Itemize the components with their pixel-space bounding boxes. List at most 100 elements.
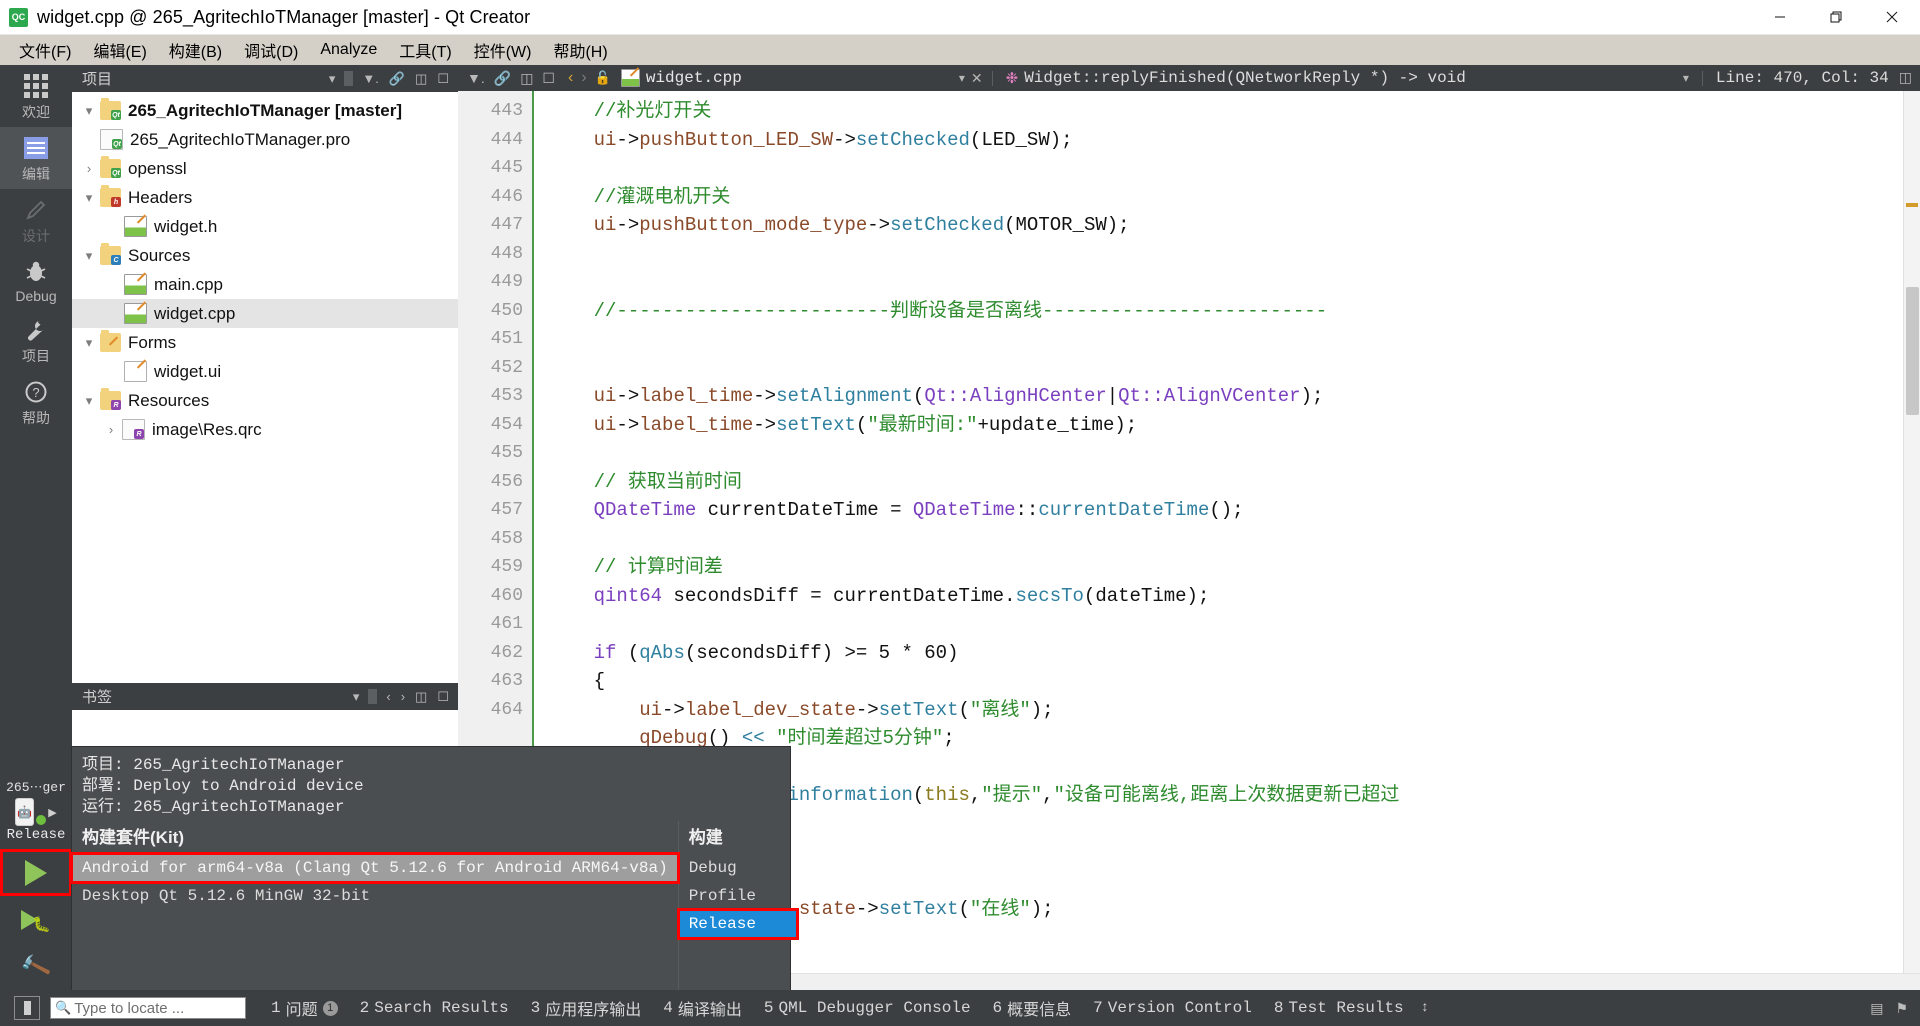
chevron-down-icon[interactable]: ▾	[78, 335, 100, 351]
link-icon[interactable]: 🔗	[491, 70, 514, 87]
chevron-down-icon[interactable]: ▾	[349, 690, 364, 703]
locator-input[interactable]: 🔍 Type to locate ...	[50, 997, 246, 1019]
split-editor-icon[interactable]: ◫	[1899, 70, 1912, 87]
code-token: (secondsDiff) >= 5 * 60)	[685, 642, 959, 664]
run-button[interactable]	[0, 849, 72, 896]
symbol-breadcrumb[interactable]: ❉ Widget::replyFinished(QNetworkReply *)…	[996, 69, 1476, 88]
kit-column: 构建套件(Kit) Android for arm64-v8a (Clang Q…	[72, 821, 678, 1003]
pane-qml-debugger-console[interactable]: 5 QML Debugger Console	[753, 999, 982, 1017]
tree-item-res-qrc[interactable]: › R image\Res.qrc	[72, 415, 458, 444]
split-icon[interactable]: ◫	[517, 70, 536, 87]
tree-item-forms[interactable]: ▾ Forms	[72, 328, 458, 357]
chevron-right-icon[interactable]: ›	[78, 161, 100, 176]
debug-button[interactable]: 🐛	[0, 896, 72, 943]
chevron-down-icon[interactable]: ▾	[78, 248, 100, 264]
code-token: //------------------------判断设备是否离线------…	[594, 300, 1328, 322]
pane-search-results[interactable]: 2 Search Results	[349, 999, 520, 1017]
line-number: 462	[458, 639, 532, 668]
editor-scrollbar-vertical[interactable]	[1903, 91, 1920, 973]
chevron-down-icon[interactable]: ▾	[78, 103, 100, 119]
close-button[interactable]	[1864, 0, 1920, 34]
line-col-indicator[interactable]: Line: 470, Col: 34	[1716, 69, 1889, 87]
tree-item-headers[interactable]: ▾ h Headers	[72, 183, 458, 212]
tree-item-project-root[interactable]: ▾ Qt 265_AgritechIoTManager [master]	[72, 96, 458, 125]
project-tree[interactable]: ▾ Qt 265_AgritechIoTManager [master] Qt …	[72, 92, 458, 683]
nav-back-icon[interactable]: ‹	[564, 69, 577, 87]
tree-item-pro-file[interactable]: Qt 265_AgritechIoTManager.pro	[72, 125, 458, 154]
mode-help[interactable]: ? 帮助	[0, 371, 72, 433]
function-icon: ❉	[1006, 69, 1019, 88]
scrollbar-thumb[interactable]	[1906, 287, 1919, 415]
menu-help[interactable]: 帮助(H)	[542, 35, 618, 65]
build-option-release[interactable]: Release	[679, 910, 797, 938]
tree-item-widget-ui[interactable]: widget.ui	[72, 357, 458, 386]
menu-edit[interactable]: 编辑(E)	[82, 35, 157, 65]
editor-tab-dropdown-icon[interactable]: ▾	[955, 71, 969, 85]
pane-application-output[interactable]: 3 应用程序输出	[520, 996, 653, 1020]
maximize-restore-button[interactable]	[1808, 0, 1864, 34]
tree-item-sources[interactable]: ▾ C Sources	[72, 241, 458, 270]
next-icon[interactable]: ›	[397, 690, 409, 703]
sidebar-toggle-icon[interactable]	[14, 996, 40, 1020]
prev-icon[interactable]: ‹	[382, 690, 394, 703]
mode-debug[interactable]: Debug	[0, 251, 72, 309]
code-line	[548, 325, 1920, 354]
kit-option-android[interactable]: Android for arm64-v8a (Clang Qt 5.12.6 f…	[72, 854, 678, 882]
notification-icon[interactable]: ⚑	[1895, 1000, 1908, 1017]
line-number: 464	[458, 696, 532, 725]
code-token: (MOTOR_SW);	[1004, 214, 1129, 236]
menu-analyze[interactable]: Analyze	[309, 38, 388, 62]
updown-arrows-icon[interactable]: ↕	[1421, 1000, 1429, 1016]
chevron-down-icon[interactable]: ▾	[78, 190, 100, 206]
pane-compile-output[interactable]: 4 编译输出	[652, 996, 753, 1020]
mode-design[interactable]: 设计	[0, 189, 72, 251]
menu-debug[interactable]: 调试(D)	[233, 35, 309, 65]
popup-icon[interactable]: ☐	[433, 72, 453, 85]
code-token: setAlignment	[776, 385, 913, 407]
code-token: ui	[594, 129, 617, 151]
close-split-icon[interactable]: ☐	[539, 70, 558, 87]
minimize-button[interactable]	[1752, 0, 1808, 34]
code-token: (dateTime);	[1084, 585, 1209, 607]
chevron-down-icon[interactable]: ▾	[78, 393, 100, 409]
tree-item-openssl[interactable]: › Qt openssl	[72, 154, 458, 183]
split-icon[interactable]: ◫	[411, 690, 431, 703]
pane-test-results[interactable]: 8 Test Results	[1263, 999, 1415, 1017]
menu-file[interactable]: 文件(F)	[8, 35, 82, 65]
kit-option-desktop[interactable]: Desktop Qt 5.12.6 MinGW 32-bit	[72, 882, 678, 910]
menu-build[interactable]: 构建(B)	[158, 35, 233, 65]
menu-tools[interactable]: 工具(T)	[388, 35, 462, 65]
menu-widgets[interactable]: 控件(W)	[463, 35, 543, 65]
headers-folder-icon: h	[100, 188, 121, 207]
symbol-dropdown-icon[interactable]: ▾	[1683, 71, 1689, 86]
pane-issues[interactable]: 1 问题 1	[260, 996, 349, 1020]
tree-item-main-cpp[interactable]: main.cpp	[72, 270, 458, 299]
chevron-down-icon[interactable]: ▾	[325, 72, 340, 85]
kit-selector-popup[interactable]: 项目: 265_AgritechIoTManager 部署: Deploy to…	[72, 747, 790, 990]
editor-tab-widget-cpp[interactable]: widget.cpp	[615, 69, 748, 87]
chevron-right-icon[interactable]: ›	[100, 422, 122, 437]
build-option-profile[interactable]: Profile	[679, 882, 797, 910]
pane-general-messages[interactable]: 6 概要信息	[982, 996, 1083, 1020]
mode-welcome[interactable]: 欢迎	[0, 65, 72, 127]
popup-icon[interactable]: ☐	[433, 690, 453, 703]
mode-edit[interactable]: 编辑	[0, 127, 72, 189]
code-token: ->	[616, 414, 639, 436]
code-token: ();	[1209, 499, 1243, 521]
mode-projects[interactable]: 项目	[0, 309, 72, 371]
link-icon[interactable]: 🔗	[385, 72, 409, 85]
nav-forward-icon[interactable]: ›	[577, 69, 590, 87]
unlock-icon[interactable]: 🔓	[591, 70, 615, 86]
editor-tab-close-icon[interactable]: ✕	[969, 70, 989, 87]
tree-item-widget-h[interactable]: widget.h	[72, 212, 458, 241]
build-option-debug[interactable]: Debug	[679, 854, 797, 882]
tree-item-widget-cpp[interactable]: widget.cpp	[72, 299, 458, 328]
filter-icon[interactable]: ▼.	[464, 70, 488, 86]
kit-selector-button[interactable]: 265⋯ger 🤖 ▶ Release	[0, 776, 72, 849]
build-button[interactable]: 🔨	[0, 943, 72, 990]
filter-icon[interactable]: ▼.	[358, 72, 382, 85]
pane-version-control[interactable]: 7 Version Control	[1082, 999, 1263, 1017]
tree-item-resources[interactable]: ▾ R Resources	[72, 386, 458, 415]
split-icon[interactable]: ◫	[411, 72, 431, 85]
code-token: ui	[594, 385, 617, 407]
